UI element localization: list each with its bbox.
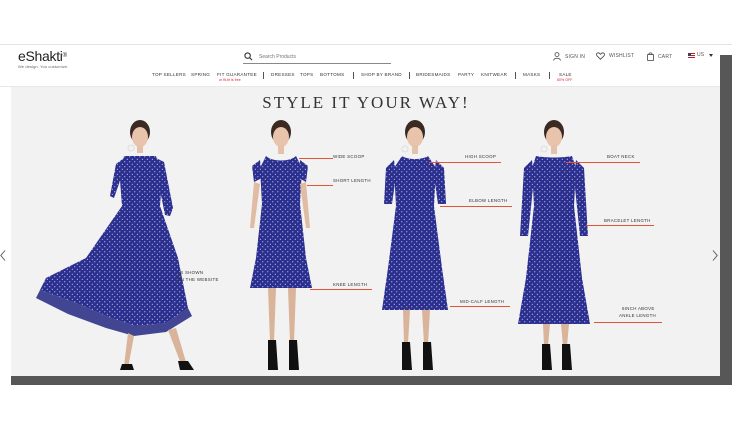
callout-line-boat-neck <box>566 162 640 163</box>
label-boat-neck: BOAT NECK <box>607 154 635 159</box>
label-ankle-line2: ANKLE LENGTH <box>619 313 657 318</box>
callout-line-mid-calf-length <box>450 306 510 307</box>
wishlist-link[interactable]: WISHLIST <box>596 52 634 60</box>
nav-sale-subtext: 60% OFF <box>557 78 573 82</box>
nav-item-tops[interactable]: TOPS <box>300 72 313 77</box>
nav-item-bottoms[interactable]: BOTTOMS <box>320 72 344 77</box>
search-input[interactable] <box>259 53 379 60</box>
nav-divider <box>353 72 354 79</box>
heart-icon <box>596 52 605 60</box>
callout-line-knee-length <box>310 289 372 290</box>
model-knee-length <box>250 120 312 370</box>
callout-line-ankle-length <box>594 322 662 323</box>
main-nav: TOP SELLERS SPRING FIT GUARANTEE or fit-… <box>0 72 732 84</box>
logo-tagline: We design. You customize. <box>18 64 69 69</box>
user-icon <box>553 52 561 61</box>
site-logo[interactable]: eShakti® We design. You customize. <box>18 49 68 69</box>
label-elbow-length: ELBOW LENGTH <box>469 198 508 203</box>
banner-shadow-bottom <box>11 376 732 385</box>
header-top-border <box>0 44 732 45</box>
nav-divider <box>549 72 550 79</box>
nav-item-fit-guarantee[interactable]: FIT GUARANTEE <box>217 72 257 77</box>
label-short-length: SHORT LENGTH <box>333 178 371 183</box>
label-bracelet-length: BRACELET LENGTH <box>604 218 651 223</box>
callout-line-bracelet-length <box>586 225 654 226</box>
logo-wordmark: eShakti® <box>18 48 67 64</box>
label-high-scoop: HIGH SCOOP <box>465 154 497 159</box>
nav-divider <box>409 72 410 79</box>
label-knee-length: KNEE LENGTH <box>333 282 368 287</box>
label-mid-calf-length: MID-CALF LENGTH <box>460 299 505 304</box>
callout-line-short-length <box>307 185 333 186</box>
bag-icon <box>647 52 654 61</box>
chevron-down-icon <box>709 53 714 57</box>
us-flag-icon <box>688 52 695 58</box>
nav-item-party[interactable]: PARTY <box>458 72 474 77</box>
callout-line-elbow-length <box>440 206 512 207</box>
search-bar[interactable] <box>243 50 391 64</box>
chevron-right-icon[interactable] <box>712 250 718 261</box>
label-as-shown-line1: AS SHOWN <box>177 270 204 275</box>
chevron-left-icon[interactable] <box>0 250 6 261</box>
banner-title: STYLE IT YOUR WAY! <box>262 93 470 112</box>
nav-divider <box>263 72 264 79</box>
model-mid-calf <box>382 120 448 370</box>
nav-item-dresses[interactable]: DRESSES <box>271 72 295 77</box>
signin-link[interactable]: SIGN IN <box>553 52 585 61</box>
nav-divider <box>515 72 516 79</box>
model-ankle-length <box>518 120 590 370</box>
nav-item-spring[interactable]: SPRING <box>191 72 210 77</box>
region-label: US <box>697 52 705 58</box>
nav-fit-subtext: or fit-fit is free <box>219 78 241 82</box>
signin-label: SIGN IN <box>565 53 586 60</box>
nav-item-sale[interactable]: SALE <box>559 72 572 77</box>
cart-label: CART <box>658 53 673 60</box>
nav-item-knitwear[interactable]: KNITWEAR <box>481 72 507 77</box>
label-wide-scoop: WIDE SCOOP <box>333 154 365 159</box>
page: eShakti® We design. You customize. SIGN … <box>0 0 732 429</box>
cart-link[interactable]: CART <box>647 52 672 61</box>
nav-item-bridesmaids[interactable]: BRIDESMAIDS <box>416 72 450 77</box>
label-ankle-line1: 6INCH ABOVE <box>622 306 655 311</box>
nav-item-top-sellers[interactable]: TOP SELLERS <box>152 72 186 77</box>
nav-item-shop-by-brand[interactable]: SHOP BY BRAND <box>361 72 402 77</box>
label-as-shown-line2: ON THE WEBSITE <box>177 277 219 282</box>
search-icon[interactable] <box>244 52 253 61</box>
model-as-shown <box>36 120 194 370</box>
callout-line-high-scoop <box>429 162 501 163</box>
callout-line-wide-scoop <box>299 158 333 159</box>
nav-item-masks[interactable]: MASKS <box>523 72 540 77</box>
wishlist-label: WISHLIST <box>609 53 635 59</box>
region-selector[interactable]: US <box>688 52 714 58</box>
